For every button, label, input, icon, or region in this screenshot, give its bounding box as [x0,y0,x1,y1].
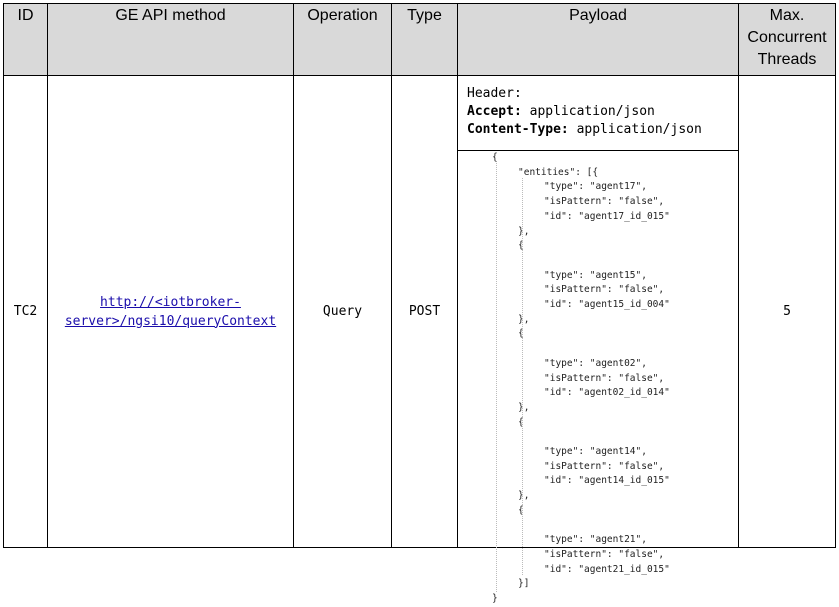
json-entity-ispattern: "isPattern": "false", [544,372,665,384]
cell-type: POST [391,75,458,548]
api-url-link[interactable]: http://<iotbroker-server>/ngsi10/queryCo… [65,293,276,331]
table-row: TC2 http://<iotbroker-server>/ngsi10/que… [3,75,836,604]
payload-header-title: Header: [467,86,522,101]
payload-accept-line: Accept: application/json [467,103,738,121]
header-type: Type [391,3,458,76]
accept-key: Accept: [467,104,522,119]
cell-method: http://<iotbroker-server>/ngsi10/queryCo… [47,75,294,548]
cell-threads: 5 [738,75,836,548]
test-case-table: ID GE API method Operation Type Payload … [3,3,836,604]
api-url-line2[interactable]: server>/ngsi10/queryContext [65,314,276,329]
content-type-value: application/json [576,122,702,137]
json-entity-close: }, [518,225,530,237]
json-entity-close: }, [518,490,530,502]
indent-guide [496,163,497,592]
json-entities-open: "entities": [{ [518,166,599,178]
json-entity-id: "id": "agent21_id_015" [544,563,670,575]
cell-payload: Header: Accept: application/json Content… [457,75,739,604]
json-entity-ispattern: "isPattern": "false", [544,196,665,208]
header-method: GE API method [47,3,294,76]
header-payload: Payload [457,3,739,76]
json-entities-close: }] [518,578,530,590]
json-entity-ispattern: "isPattern": "false", [544,548,665,560]
json-entity-ispattern: "isPattern": "false", [544,284,665,296]
json-entity-type: "type": "agent17", [544,181,647,193]
json-entity-id: "id": "agent17_id_015" [544,210,670,222]
header-row: ID GE API method Operation Type Payload … [3,3,836,76]
json-close-brace: } [492,593,498,604]
json-entity-type: "type": "agent21", [544,534,647,546]
json-entity-id: "id": "agent14_id_015" [544,475,670,487]
json-entity-close: }, [518,401,530,413]
json-entity-ispattern: "isPattern": "false", [544,460,665,472]
json-entity-type: "type": "agent15", [544,269,647,281]
header-operation: Operation [293,3,392,76]
payload-json-body: {"entities": [{"type": "agent17", "isPatt… [458,151,738,604]
payload-content-type-line: Content-Type: application/json [467,121,738,139]
cell-id: TC2 [3,75,48,548]
json-entity-id: "id": "agent15_id_004" [544,299,670,310]
header-id: ID [3,3,48,76]
header-threads: Max. Concurrent Threads [738,3,836,76]
api-url-line1[interactable]: http://<iotbroker- [100,295,241,310]
json-entity-type: "type": "agent14", [544,446,647,457]
json-entity-type: "type": "agent02", [544,357,647,369]
payload-header-block: Header: Accept: application/json Content… [458,76,738,151]
accept-value: application/json [529,104,655,119]
indent-guide [522,178,523,576]
json-entity-close: }, [518,313,530,325]
json-entity-id: "id": "agent02_id_014" [544,387,670,399]
content-type-key: Content-Type: [467,122,569,137]
cell-operation: Query [293,75,392,548]
